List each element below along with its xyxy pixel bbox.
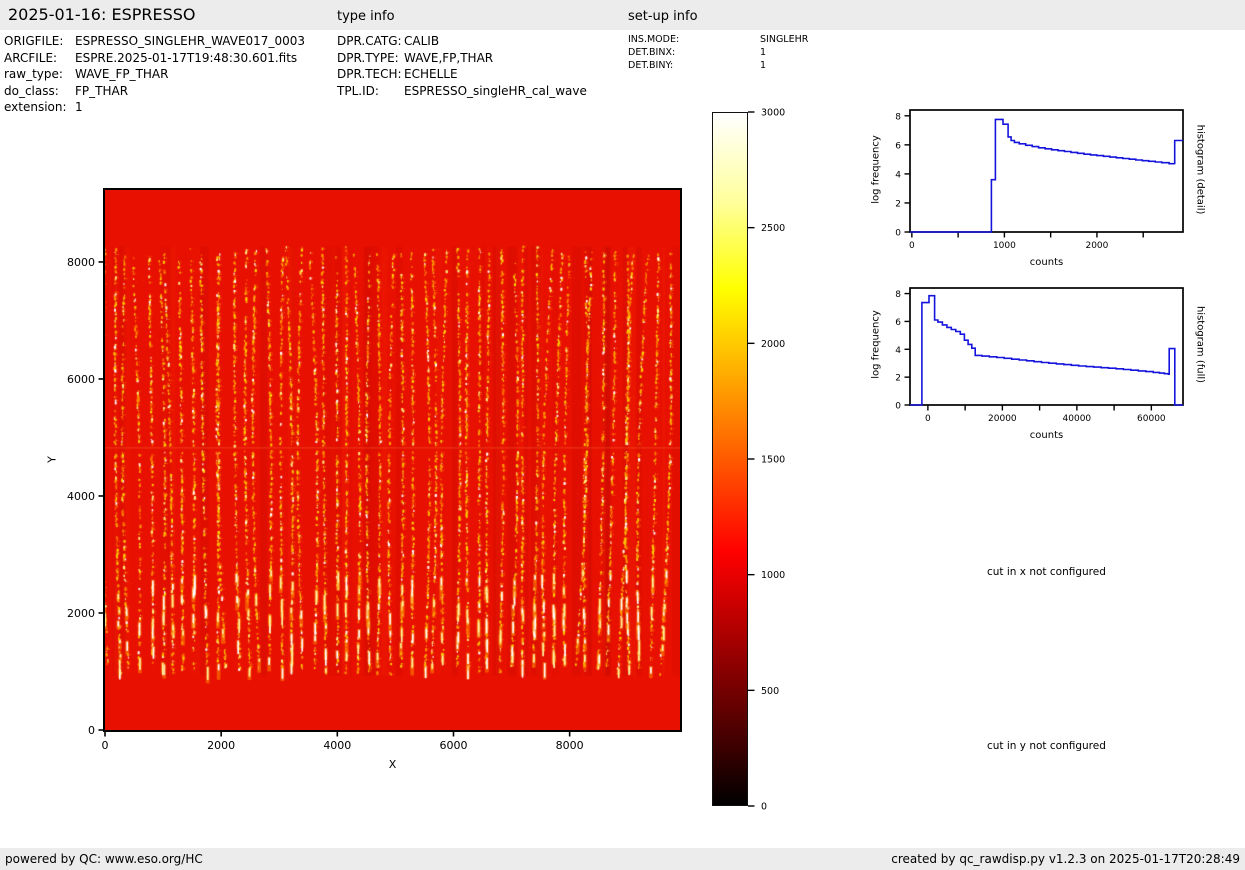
meta-row: TPL.ID:ESPRESSO_singleHR_cal_wave: [337, 83, 587, 100]
hist-frame: [910, 110, 1183, 232]
hist-y-tick-label: 0: [895, 402, 901, 412]
hist-x-tick-label: 40000: [1063, 414, 1092, 424]
main-y-axis-label: Y: [46, 410, 59, 510]
meta-row: extension:1: [4, 99, 305, 116]
page-title: 2025-01-16: ESPRESSO: [8, 5, 196, 24]
main-x-tick-label: 6000: [439, 739, 467, 752]
main-y-tick-label: 4000: [67, 490, 95, 503]
footer-powered-by: powered by QC: www.eso.org/HC: [5, 852, 203, 866]
hist-y-tick-label: 2: [895, 374, 901, 384]
colorbar-tick-label: 2500: [761, 223, 785, 234]
hist-y-tick-label: 4: [895, 346, 901, 356]
hist-x-tick-label: 60000: [1137, 414, 1166, 424]
main-x-axis-label: X: [105, 758, 680, 771]
meta-row: DPR.CATG:CALIB: [337, 33, 587, 50]
hist-x-tick-label: 2000: [1085, 241, 1108, 251]
qc-report-page: 2025-01-16: ESPRESSO type info set-up in…: [0, 0, 1245, 870]
setup-info-block: INS.MODE:SINGLEHRDET.BINX:1DET.BINY:1: [628, 33, 808, 72]
colorbar-tick-label: 500: [761, 686, 779, 697]
meta-label: DPR.TYPE:: [337, 50, 404, 67]
meta-label: extension:: [4, 99, 75, 116]
meta-row: ARCFILE:ESPRE.2025-01-17T19:48:30.601.fi…: [4, 50, 305, 67]
meta-row: DPR.TYPE:WAVE,FP,THAR: [337, 50, 587, 67]
cut-in-x-message: cut in x not configured: [987, 566, 1106, 578]
colorbar-tick-label: 1000: [761, 570, 785, 581]
meta-row: ORIGFILE:ESPRESSO_SINGLEHR_WAVE017_0003: [4, 33, 305, 50]
hist-x-tick-label: 0: [925, 414, 931, 424]
meta-label: DET.BINY:: [628, 59, 760, 72]
hist-full-y-axis-label: log frequency: [871, 295, 882, 395]
meta-value: 1: [760, 59, 766, 72]
meta-label: DPR.TECH:: [337, 66, 404, 83]
main-x-tick-label: 2000: [207, 739, 235, 752]
hist-line: [910, 119, 1183, 232]
hist-detail-side-label: histogram (detail): [1195, 115, 1206, 225]
hist-full-x-axis-label: counts: [910, 430, 1183, 441]
colorbar-tick-label: 3000: [761, 108, 785, 119]
colorbar-tick-label: 1500: [761, 455, 785, 466]
meta-row: do_class:FP_THAR: [4, 83, 305, 100]
meta-value: SINGLEHR: [760, 33, 808, 46]
meta-row: DET.BINY:1: [628, 59, 808, 72]
hist-x-tick-label: 1000: [993, 241, 1016, 251]
meta-row: DET.BINX:1: [628, 46, 808, 59]
cut-in-y-message: cut in y not configured: [987, 740, 1106, 752]
footer-created-by: created by qc_rawdisp.py v1.2.3 on 2025-…: [891, 852, 1240, 866]
meta-value: WAVE_FP_THAR: [75, 66, 168, 83]
hist-frame: [910, 288, 1183, 405]
meta-label: do_class:: [4, 83, 75, 100]
hist-x-tick-label: 20000: [988, 414, 1017, 424]
hist-y-tick-label: 8: [895, 290, 901, 300]
hist-y-tick-label: 2: [895, 199, 901, 209]
meta-label: TPL.ID:: [337, 83, 404, 100]
hist-y-tick-label: 4: [895, 170, 901, 180]
hist-y-tick-label: 6: [895, 141, 901, 151]
meta-label: DPR.CATG:: [337, 33, 404, 50]
meta-value: 1: [75, 99, 83, 116]
meta-row: INS.MODE:SINGLEHR: [628, 33, 808, 46]
meta-value: WAVE,FP,THAR: [404, 50, 493, 67]
meta-row: raw_type:WAVE_FP_THAR: [4, 66, 305, 83]
raw-image-heatmap: [105, 190, 680, 730]
header-bar: 2025-01-16: ESPRESSO type info set-up in…: [0, 0, 1245, 30]
footer-bar: powered by QC: www.eso.org/HC created by…: [0, 848, 1245, 870]
colorbar-tick-label: 0: [761, 802, 767, 813]
meta-row: DPR.TECH:ECHELLE: [337, 66, 587, 83]
main-y-tick-label: 2000: [67, 607, 95, 620]
hist-y-tick-label: 0: [895, 229, 901, 239]
colorbar-tick-label: 2000: [761, 339, 785, 350]
hist-line: [910, 296, 1183, 405]
hist-x-tick-label: 0: [909, 241, 915, 251]
setup-info-heading: set-up info: [628, 9, 698, 24]
raw-image-plot: [103, 188, 682, 732]
main-y-tick-label: 0: [88, 724, 95, 737]
meta-label: ARCFILE:: [4, 50, 75, 67]
meta-value: CALIB: [404, 33, 439, 50]
main-y-tick-label: 6000: [67, 373, 95, 386]
main-x-tick-label: 4000: [323, 739, 351, 752]
meta-label: INS.MODE:: [628, 33, 760, 46]
meta-label: ORIGFILE:: [4, 33, 75, 50]
meta-label: DET.BINX:: [628, 46, 760, 59]
meta-value: ESPRESSO_singleHR_cal_wave: [404, 83, 587, 100]
main-y-tick-label: 8000: [67, 256, 95, 269]
main-x-tick-label: 0: [102, 739, 109, 752]
hist-detail-x-axis-label: counts: [910, 257, 1183, 268]
hist-y-tick-label: 8: [895, 112, 901, 122]
type-info-heading: type info: [337, 9, 395, 24]
meta-label: raw_type:: [4, 66, 75, 83]
meta-value: ESPRESSO_SINGLEHR_WAVE017_0003: [75, 33, 305, 50]
main-x-tick-label: 8000: [556, 739, 584, 752]
meta-value: ECHELLE: [404, 66, 458, 83]
hist-full-side-label: histogram (full): [1195, 290, 1206, 400]
colorbar: [712, 112, 748, 806]
meta-value: FP_THAR: [75, 83, 128, 100]
hist-y-tick-label: 6: [895, 318, 901, 328]
meta-value: 1: [760, 46, 766, 59]
meta-value: ESPRE.2025-01-17T19:48:30.601.fits: [75, 50, 297, 67]
type-info-block: DPR.CATG:CALIBDPR.TYPE:WAVE,FP,THARDPR.T…: [337, 33, 587, 99]
hist-detail-y-axis-label: log frequency: [871, 120, 882, 220]
file-info-block: ORIGFILE:ESPRESSO_SINGLEHR_WAVE017_0003A…: [4, 33, 305, 116]
